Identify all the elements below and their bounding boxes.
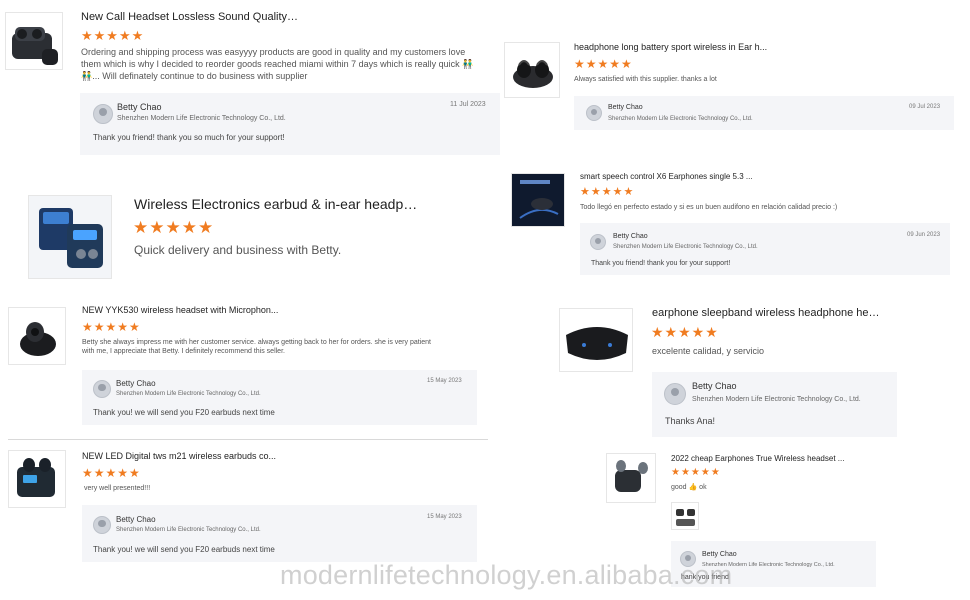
review-card: headphone long battery sport wireless in… [500, 30, 960, 140]
rating-stars: ★★★★★ [574, 57, 633, 71]
avatar [586, 105, 602, 121]
review-card: NEW LED Digital tws m21 wireless earbuds… [0, 442, 490, 572]
earbuds-case-icon [615, 460, 648, 492]
review-card: Wireless Electronics earbud & in-ear hea… [22, 185, 492, 285]
product-thumbnail[interactable] [504, 42, 560, 98]
reply-date: 11 Jul 2023 [450, 101, 486, 108]
reply-name: Betty Chao [608, 104, 643, 111]
reply-name: Betty Chao [613, 233, 648, 240]
reply-text: Thank you! we will send you F20 earbuds … [93, 408, 275, 417]
review-text: good 👍 ok [671, 484, 707, 491]
reply-date: 15 May 2023 [427, 514, 462, 520]
reply-company: Shenzhen Modern Life Electronic Technolo… [116, 391, 261, 397]
reply-text: Thanks Ana! [665, 416, 716, 426]
review-text: very well presented!!! [84, 485, 151, 492]
supplier-reply: Betty Chao Shenzhen Modern Life Electron… [82, 370, 477, 425]
reply-company: Shenzhen Modern Life Electronic Technolo… [692, 396, 861, 403]
product-title[interactable]: 2022 cheap Earphones True Wireless heads… [671, 454, 851, 463]
earbuds-case-icon [29, 196, 111, 278]
earbuds-case-icon [20, 322, 56, 356]
supplier-reply: Betty Chao Shenzhen Modern Life Electron… [82, 505, 477, 562]
supplier-reply: Betty Chao Shenzhen Modern Life Electron… [652, 372, 897, 437]
avatar [93, 104, 113, 124]
product-thumbnail[interactable] [606, 453, 656, 503]
rating-stars: ★★★★★ [82, 320, 141, 334]
reply-company: Shenzhen Modern Life Electronic Technolo… [613, 244, 758, 250]
avatar [93, 516, 111, 534]
product-title[interactable]: smart speech control X6 Earphones single… [580, 172, 780, 181]
reply-text: Thank you friend! thank you for your sup… [591, 260, 731, 267]
product-title[interactable]: NEW YYK530 wireless headset with Microph… [82, 305, 292, 315]
earbuds-case-icon [12, 27, 58, 65]
reply-date: 09 Jun 2023 [907, 232, 941, 238]
earbuds-case-icon [513, 60, 553, 88]
reply-company: Shenzhen Modern Life Electronic Technolo… [608, 116, 753, 122]
watermark: modernlifetechnology.en.alibaba.com [280, 560, 733, 590]
sleep-headband-icon [566, 327, 628, 360]
product-thumbnail[interactable] [8, 307, 66, 365]
review-card: earphone sleepband wireless headphone he… [555, 300, 915, 440]
reply-text: Thank you friend! thank you so much for … [93, 133, 285, 142]
review-card: New Call Headset Lossless Sound Quality … [0, 0, 505, 160]
reply-text: Thank you! we will send you F20 earbuds … [93, 545, 275, 554]
rating-stars: ★★★★★ [133, 218, 215, 237]
rating-stars: ★★★★★ [580, 186, 635, 198]
rating-stars: ★★★★★ [651, 324, 719, 340]
review-text: Betty she always impress me with her cus… [82, 339, 431, 356]
reply-name: Betty Chao [702, 551, 737, 558]
earbuds-case-icon [17, 458, 55, 497]
product-thumbnail[interactable] [28, 195, 112, 279]
review-photo[interactable] [671, 502, 699, 530]
rating-stars: ★★★★★ [671, 467, 721, 478]
earbuds-photo-icon [676, 509, 695, 526]
avatar [664, 383, 686, 405]
avatar [93, 380, 111, 398]
reply-name: Betty Chao [116, 379, 156, 388]
product-thumbnail[interactable] [8, 450, 66, 508]
reply-date: 15 May 2023 [427, 378, 462, 384]
reply-name: Betty Chao [117, 102, 162, 112]
review-text: Always satisfied with this supplier. tha… [574, 76, 717, 83]
earphone-icon [512, 174, 564, 226]
section-divider [8, 439, 488, 440]
product-title[interactable]: headphone long battery sport wireless in… [574, 42, 774, 52]
review-text: Quick delivery and business with Betty. [134, 243, 342, 257]
product-thumbnail[interactable] [511, 173, 565, 227]
review-text: Ordering and shipping process was easyyy… [81, 47, 474, 82]
supplier-reply: Betty Chao Shenzhen Modern Life Electron… [80, 93, 500, 155]
review-text: Todo llegó en perfecto estado y si es un… [580, 204, 838, 211]
product-thumbnail[interactable] [5, 12, 63, 70]
reply-company: Shenzhen Modern Life Electronic Technolo… [117, 115, 286, 122]
product-title[interactable]: NEW LED Digital tws m21 wireless earbuds… [82, 451, 282, 461]
product-title[interactable]: earphone sleepband wireless headphone he… [652, 307, 882, 319]
review-text: excelente calidad, y servicio [652, 346, 765, 356]
rating-stars: ★★★★★ [82, 466, 141, 480]
review-card: smart speech control X6 Earphones single… [505, 165, 955, 280]
supplier-reply: Betty Chao Shenzhen Modern Life Electron… [580, 223, 950, 275]
rating-stars: ★★★★★ [81, 28, 145, 43]
reply-name: Betty Chao [116, 515, 156, 524]
product-title[interactable]: Wireless Electronics earbud & in-ear hea… [134, 196, 419, 212]
review-card: NEW YYK530 wireless headset with Microph… [0, 295, 490, 435]
reply-name: Betty Chao [692, 381, 737, 391]
reply-date: 09 Jul 2023 [909, 104, 941, 110]
avatar [590, 234, 606, 250]
product-title[interactable]: New Call Headset Lossless Sound Quality … [81, 11, 301, 23]
supplier-reply: Betty Chao Shenzhen Modern Life Electron… [574, 96, 954, 130]
reply-company: Shenzhen Modern Life Electronic Technolo… [116, 527, 261, 533]
product-thumbnail[interactable] [559, 308, 633, 372]
